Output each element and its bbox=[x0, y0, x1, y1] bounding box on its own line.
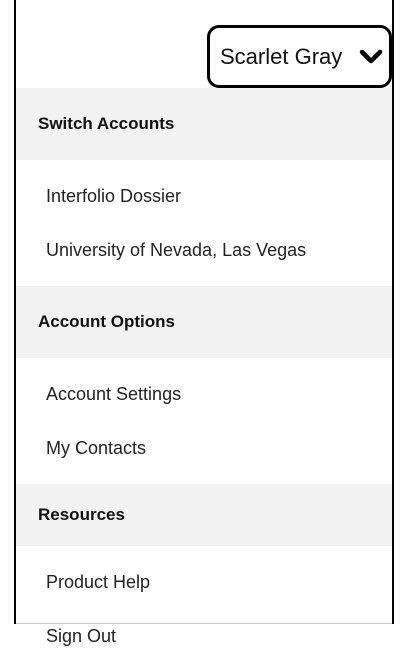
user-name-label: Scarlet Gray bbox=[220, 43, 343, 69]
menu-item-my-contacts[interactable]: My Contacts bbox=[16, 421, 392, 475]
menu-item-account-settings[interactable]: Account Settings bbox=[16, 367, 392, 421]
menu-item-product-help[interactable]: Product Help bbox=[16, 555, 392, 609]
section-header-switch-accounts: Switch Accounts bbox=[16, 88, 392, 160]
menu-item-university-nevada-las-vegas[interactable]: University of Nevada, Las Vegas bbox=[16, 223, 392, 277]
menu-item-sign-out[interactable]: Sign Out bbox=[16, 609, 392, 663]
account-dropdown-panel: Scarlet Gray Switch Accounts Interfolio … bbox=[14, 0, 394, 646]
section-header-account-options: Account Options bbox=[16, 286, 392, 358]
dropdown-menu: Switch Accounts Interfolio Dossier Unive… bbox=[16, 88, 392, 663]
section-header-resources: Resources bbox=[16, 484, 392, 546]
dropdown-header: Scarlet Gray bbox=[16, 0, 392, 88]
chevron-down-icon bbox=[359, 49, 383, 64]
menu-item-interfolio-dossier[interactable]: Interfolio Dossier bbox=[16, 169, 392, 223]
user-menu-toggle-button[interactable]: Scarlet Gray bbox=[207, 25, 392, 88]
